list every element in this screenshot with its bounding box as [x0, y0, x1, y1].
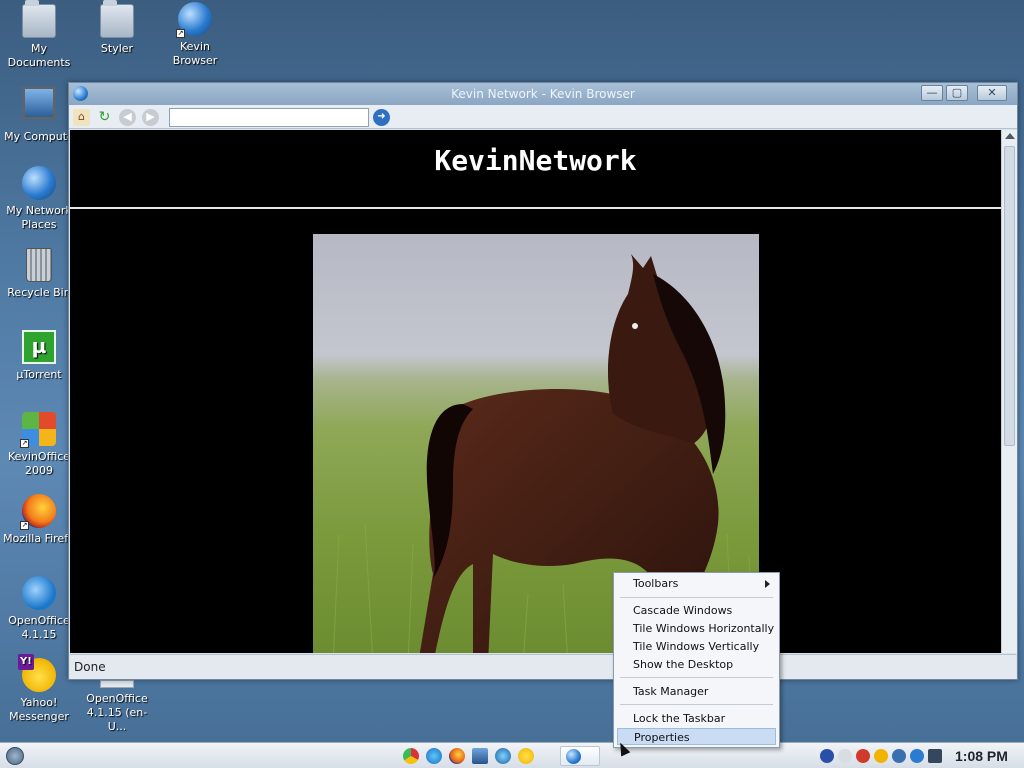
scroll-up-arrow-icon[interactable] [1005, 133, 1015, 139]
desktop-icon-openoffice[interactable]: OpenOffice 4.1.15 [0, 576, 78, 642]
media-player-icon[interactable] [495, 748, 511, 764]
menu-item-label: Lock the Taskbar [633, 712, 726, 725]
taskbar-item-kevin-browser[interactable] [560, 746, 600, 766]
desktop-icon-utorrent[interactable]: µ µTorrent [0, 330, 78, 382]
menu-item-properties[interactable]: Properties [617, 728, 776, 745]
desktop-icon-recycle-bin[interactable]: Recycle Bin [0, 248, 78, 300]
submenu-arrow-icon [765, 580, 770, 588]
address-input[interactable] [169, 108, 369, 127]
network-icon[interactable] [892, 749, 906, 763]
firefox-icon: ↗ [20, 494, 56, 530]
desktop-icon-label: Recycle Bin [7, 286, 71, 299]
shortcut-arrow-icon: ↗ [176, 29, 185, 38]
forward-icon[interactable]: ▶ [142, 109, 159, 126]
menu-item-show-desktop[interactable]: Show the Desktop [617, 656, 776, 673]
messenger-quicklaunch-icon[interactable] [518, 748, 534, 764]
close-button[interactable]: ✕ [977, 85, 1007, 101]
taskbar-context-menu: Toolbars Cascade Windows Tile Windows Ho… [613, 572, 780, 748]
desktop-icon-label: µTorrent [16, 368, 62, 381]
menu-item-lock-taskbar[interactable]: Lock the Taskbar [617, 710, 776, 727]
help-icon[interactable] [820, 749, 834, 763]
desktop-icon-label: My Compute [4, 130, 74, 143]
browser-globe-icon [566, 749, 581, 764]
desktop-icon-kevinoffice[interactable]: ↗ KevinOffice 2009 [0, 412, 78, 478]
desktop-icon-my-computer[interactable]: My Compute [0, 86, 78, 144]
shortcut-arrow-icon: ↗ [20, 439, 29, 448]
utorrent-icon: µ [22, 330, 56, 364]
shortcut-arrow-icon: ↗ [20, 521, 29, 530]
recycle-bin-icon [26, 248, 52, 282]
page-content: KevinNetwork [70, 130, 1001, 653]
menu-item-task-manager[interactable]: Task Manager [617, 683, 776, 700]
menu-item-label: Show the Desktop [633, 658, 734, 671]
desktop-icon-yahoo-messenger[interactable]: Yahoo! Messenger [0, 654, 78, 724]
desktop-icon-label: Mozilla Firefo [3, 532, 75, 545]
desktop-icon-my-documents[interactable]: My Documents [0, 0, 78, 70]
menu-item-label: Properties [634, 731, 690, 744]
menu-item-label: Tile Windows Horizontally [633, 622, 775, 635]
desktop-icon-label: OpenOffice 4.1.15 (en-U... [86, 692, 148, 733]
firefox-quicklaunch-icon[interactable] [449, 748, 465, 764]
installer-icon [100, 680, 134, 688]
menu-separator [620, 677, 773, 678]
tray-messenger-icon[interactable] [874, 749, 888, 763]
desktop-icon-label: KevinOffice 2009 [7, 450, 71, 477]
back-icon[interactable]: ◀ [119, 109, 136, 126]
openoffice-icon [22, 576, 56, 610]
taskbar[interactable]: 1:08 PM [0, 742, 1024, 768]
maximize-button[interactable]: ▢ [946, 85, 968, 101]
refresh-icon[interactable]: ↻ [96, 109, 113, 126]
go-arrow-icon[interactable]: ➜ [373, 109, 390, 126]
internet-explorer-icon[interactable] [426, 748, 442, 764]
globe-icon: ↗ [176, 2, 212, 38]
office-icon: ↗ [20, 412, 56, 448]
desktop-icon-firefox[interactable]: ↗ Mozilla Firefo [0, 494, 78, 546]
start-button[interactable] [6, 747, 24, 765]
menu-separator [620, 704, 773, 705]
status-bar: Done [70, 654, 1016, 679]
volume-icon[interactable] [928, 749, 942, 763]
menu-item-tile-horizontally[interactable]: Tile Windows Horizontally [617, 620, 776, 637]
scrollbar-thumb[interactable] [1004, 146, 1015, 446]
menu-item-cascade-windows[interactable]: Cascade Windows [617, 602, 776, 619]
desktop-icon-kevin-browser[interactable]: ↗ Kevin Browser [156, 2, 234, 68]
desktop-icon-label: My Documents [7, 42, 71, 69]
folder-icon [22, 0, 56, 38]
menu-item-label: Task Manager [633, 685, 709, 698]
browser-window[interactable]: Kevin Network - Kevin Browser — ▢ ✕ ⌂ ↻ … [68, 82, 1018, 680]
menu-item-toolbars[interactable]: Toolbars [617, 575, 776, 592]
window-title: Kevin Network - Kevin Browser [451, 87, 635, 101]
desktop-icon-label: Yahoo! Messenger [9, 696, 69, 723]
desktop-icon-label: My Network Places [6, 204, 72, 231]
security-icon[interactable] [856, 749, 870, 763]
desktop-icon-label: Styler [100, 42, 134, 55]
globe-tray-icon[interactable] [910, 749, 924, 763]
vertical-scrollbar[interactable] [1001, 130, 1017, 653]
menu-separator [620, 597, 773, 598]
desktop-icon-my-network-places[interactable]: My Network Places [0, 166, 78, 232]
horizontal-rule [70, 207, 1001, 209]
desktop-icon-styler[interactable]: Styler [78, 0, 156, 56]
taskbar-clock[interactable]: 1:08 PM [955, 748, 1008, 764]
minimize-button[interactable]: — [921, 85, 943, 101]
computer-icon [22, 86, 56, 120]
chrome-icon[interactable] [403, 748, 419, 764]
status-text: Done [74, 660, 106, 674]
tray-app-icon[interactable] [838, 749, 852, 763]
window-titlebar[interactable]: Kevin Network - Kevin Browser — ▢ ✕ [69, 83, 1017, 105]
home-icon[interactable]: ⌂ [73, 109, 90, 126]
menu-item-label: Cascade Windows [633, 604, 733, 617]
network-globe-icon [22, 166, 56, 200]
folder-icon [100, 0, 134, 38]
menu-item-label: Tile Windows Vertically [633, 640, 760, 653]
show-desktop-icon[interactable] [472, 748, 488, 764]
site-title: KevinNetwork [434, 144, 637, 177]
desktop-icon-label: Kevin Browser [172, 40, 218, 67]
browser-toolbar: ⌂ ↻ ◀ ▶ ➜ [69, 105, 1017, 129]
menu-item-label: Toolbars [633, 577, 679, 590]
yahoo-messenger-icon [18, 654, 56, 692]
desktop-icon-label: OpenOffice 4.1.15 [8, 614, 70, 641]
menu-item-tile-vertically[interactable]: Tile Windows Vertically [617, 638, 776, 655]
